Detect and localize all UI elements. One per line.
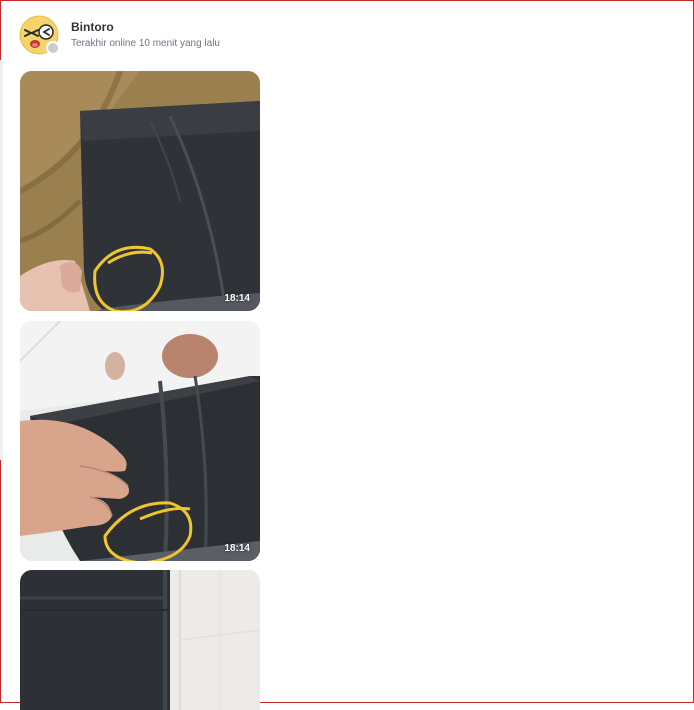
user-name[interactable]: Bintoro	[71, 20, 220, 34]
chat-header: Bintoro Terakhir online 10 menit yang la…	[19, 15, 220, 57]
image-message[interactable]	[20, 570, 260, 710]
offline-status-dot	[46, 41, 60, 55]
left-scroll-edge	[0, 60, 3, 460]
message-time: 18:14	[224, 293, 250, 304]
avatar[interactable]	[19, 15, 60, 55]
last-online-status: Terakhir online 10 menit yang lalu	[71, 38, 220, 49]
product-photo	[20, 71, 260, 311]
product-photo	[20, 570, 260, 710]
image-message[interactable]: 18:14	[20, 71, 260, 311]
message-time: 18:14	[224, 543, 250, 554]
image-message[interactable]: 18:14	[20, 321, 260, 561]
user-info: Bintoro Terakhir online 10 menit yang la…	[71, 20, 220, 50]
product-photo	[20, 321, 260, 561]
